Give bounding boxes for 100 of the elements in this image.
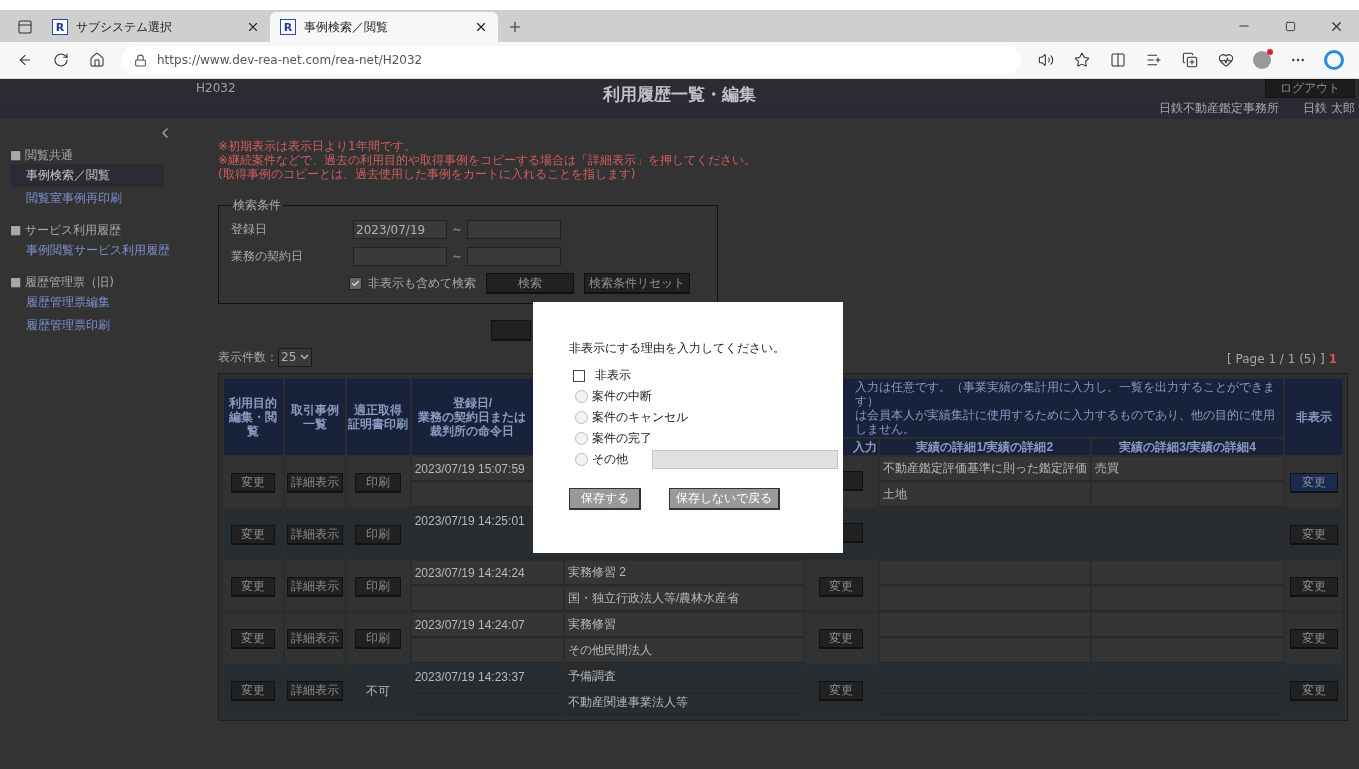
column-note: は会員本人が実績集計に使用するために入力するものであり、他の目的に使用しません。 bbox=[855, 408, 1277, 436]
logout-button[interactable]: ログアウト bbox=[1265, 79, 1355, 98]
date-field[interactable] bbox=[353, 247, 447, 266]
radio-button[interactable] bbox=[575, 390, 588, 403]
table-cell: 売買 bbox=[1094, 461, 1119, 475]
favicon: R bbox=[52, 19, 68, 35]
checkbox[interactable] bbox=[573, 369, 585, 382]
lock-icon bbox=[134, 53, 147, 67]
edit-button[interactable]: 変更 bbox=[231, 524, 276, 545]
table-cell: 不動産関連事業法人等 bbox=[568, 695, 688, 709]
panel-legend: 検索条件 bbox=[231, 197, 283, 214]
table-cell: その他民間法人 bbox=[568, 643, 652, 657]
range-separator: ～ bbox=[451, 221, 463, 238]
ring-logo-icon[interactable] bbox=[1324, 50, 1344, 70]
date-text: 2023/07/19 14:25:01 bbox=[414, 513, 525, 528]
sidebar-heading: ■ 履歴管理票（旧) bbox=[10, 274, 115, 291]
screen-id: H2032 bbox=[196, 81, 236, 95]
radio-label: 案件の完了 bbox=[592, 430, 652, 447]
office-name: 日鉄不動産鑑定事務所 bbox=[1159, 100, 1280, 117]
favicon: R bbox=[280, 19, 296, 35]
browser-tab[interactable]: R 事例検索／閲覧 bbox=[270, 12, 498, 42]
column-header: 実績の詳細1/実績の詳細2 bbox=[879, 439, 1090, 455]
edit-button[interactable]: 変更 bbox=[231, 472, 276, 493]
page-link[interactable]: 1 bbox=[1328, 351, 1337, 366]
radio-button[interactable] bbox=[575, 453, 588, 466]
page-title: 利用履歴一覧・編集 bbox=[603, 84, 756, 104]
hide-change-button[interactable]: 変更 bbox=[1289, 628, 1338, 649]
date-text: 2023/07/19 14:24:07 bbox=[414, 617, 525, 632]
close-icon[interactable] bbox=[246, 20, 260, 34]
sidebar-item[interactable]: 事例閲覧サービス利用履歴 bbox=[10, 239, 178, 262]
hide-change-button[interactable]: 変更 bbox=[1289, 524, 1338, 545]
sidebar-heading: ■ サービス利用履歴 bbox=[10, 222, 123, 239]
date-field[interactable] bbox=[467, 220, 561, 239]
print-button[interactable]: 印刷 bbox=[355, 524, 402, 545]
column-header: 利用目的 編集・閲覧 bbox=[224, 379, 283, 455]
checkbox-label: 非表示も含めて検索 bbox=[368, 275, 476, 292]
input-field[interactable] bbox=[652, 450, 838, 469]
edit-button[interactable]: 変更 bbox=[231, 680, 276, 701]
table-cell: 予備調査 bbox=[568, 669, 616, 683]
date-field[interactable]: 2023/07/19 bbox=[353, 220, 447, 239]
column-header: 適正取得 証明書印刷 bbox=[347, 379, 410, 455]
notice-text: ※継続案件などで、過去の利用目的や取得事例をコピーする場合は「詳細表示」を押してください。 bbox=[218, 153, 758, 167]
caret-icon bbox=[300, 354, 310, 360]
hide-change-button[interactable]: 変更 bbox=[1289, 680, 1338, 701]
radio-button[interactable] bbox=[575, 432, 588, 445]
sidebar-item[interactable]: 閲覧室事例再印刷 bbox=[10, 187, 164, 210]
page-summary: [ Page 1 / 1 (5) ] bbox=[1227, 351, 1325, 366]
date-text: 2023/07/19 14:24:24 bbox=[414, 565, 525, 580]
input-button[interactable]: 変更 bbox=[819, 680, 864, 701]
input-button[interactable]: 変更 bbox=[819, 628, 864, 649]
hide-change-button[interactable]: 変更 bbox=[1289, 472, 1338, 493]
print-button[interactable]: 印刷 bbox=[355, 472, 402, 493]
checkbox[interactable] bbox=[349, 277, 362, 290]
search-button[interactable]: 検索 bbox=[486, 273, 574, 294]
edit-button[interactable]: 変更 bbox=[231, 628, 276, 649]
field-label: 業務の契約日 bbox=[231, 248, 304, 265]
print-button[interactable]: 印刷 bbox=[355, 628, 402, 649]
print-button[interactable]: 印刷 bbox=[355, 576, 402, 597]
sidebar-item[interactable]: 履歴管理票印刷 bbox=[10, 314, 164, 337]
save-button[interactable]: 保存する bbox=[569, 488, 641, 510]
detail-button[interactable]: 詳細表示 bbox=[286, 680, 343, 701]
check-icon bbox=[351, 279, 360, 288]
avatar-icon[interactable] bbox=[1253, 51, 1271, 69]
dialog-prompt: 非表示にする理由を入力してください。 bbox=[569, 340, 786, 357]
date-text: 2023/07/19 15:07:59 bbox=[414, 461, 525, 476]
unavailable-text: 不可 bbox=[366, 683, 391, 698]
notice-text: ※初期表示は表示日より1年間です。 bbox=[218, 139, 417, 153]
per-page-select[interactable]: 25 bbox=[278, 347, 313, 367]
browser-tab[interactable]: R サブシステム選択 bbox=[42, 12, 270, 42]
table-cell: 実務修習 2 bbox=[568, 565, 626, 579]
close-icon[interactable] bbox=[474, 20, 488, 34]
address-field[interactable]: https://www.dev-rea-net.com/rea-net/H2032 bbox=[122, 46, 1021, 74]
radio-label: 案件のキャンセル bbox=[592, 409, 688, 426]
date-text: 2023/07/19 14:23:37 bbox=[414, 669, 525, 684]
input-button[interactable]: 変更 bbox=[819, 576, 864, 597]
table-cell: 不動産鑑定評価基準に則った鑑定評価 bbox=[882, 461, 1087, 475]
table-cell: 土地 bbox=[882, 487, 907, 501]
user-name: 日鉄 太郎 bbox=[1303, 100, 1355, 117]
field-label: 登録日 bbox=[231, 221, 268, 238]
reset-button[interactable]: 検索条件リセット bbox=[584, 273, 690, 294]
detail-button[interactable]: 詳細表示 bbox=[286, 472, 343, 493]
radio-label: 案件の中断 bbox=[592, 388, 652, 405]
radio-button[interactable] bbox=[575, 411, 588, 424]
radio-label: その他 bbox=[592, 451, 628, 468]
back-button[interactable]: 保存しないで戻る bbox=[669, 488, 780, 510]
detail-button[interactable]: 詳細表示 bbox=[286, 524, 343, 545]
detail-button[interactable]: 詳細表示 bbox=[286, 628, 343, 649]
table-cell: 国・独立行政法人等/農林水産省 bbox=[568, 591, 740, 605]
range-separator: ～ bbox=[451, 248, 463, 265]
edit-button[interactable]: 変更 bbox=[231, 576, 276, 597]
sidebar-item[interactable]: 事例検索／閲覧 bbox=[10, 164, 164, 187]
hide-change-button[interactable]: 変更 bbox=[1289, 576, 1338, 597]
sidebar-heading: ■ 閲覧共通 bbox=[10, 147, 75, 164]
per-page-label: 表示件数： bbox=[218, 348, 278, 366]
detail-button[interactable]: 詳細表示 bbox=[286, 576, 343, 597]
table-cell: 実務修習 bbox=[568, 617, 616, 631]
column-header: 実績の詳細3/実績の詳細4 bbox=[1091, 439, 1284, 455]
sidebar-item[interactable]: 履歴管理票編集 bbox=[10, 291, 164, 314]
date-field[interactable] bbox=[467, 247, 561, 266]
column-note: 入力は任意です。（事業実績の集計用に入力し、一覧を出力することができます） bbox=[855, 380, 1277, 408]
